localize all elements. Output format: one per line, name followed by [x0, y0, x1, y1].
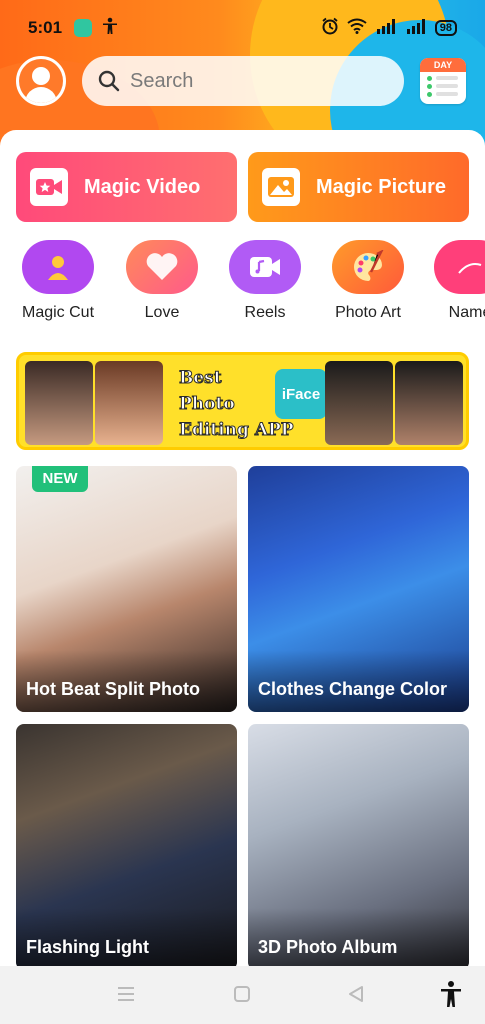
shortcut-label: Magic Cut: [21, 304, 95, 321]
banner-line-3: Editing APP: [179, 420, 295, 441]
profile-avatar-button[interactable]: [16, 56, 66, 106]
banner-photo-after-man: [395, 361, 463, 445]
magic-video-button[interactable]: Magic Video: [16, 152, 237, 222]
heart-icon: [126, 240, 198, 294]
shortcut-label: Love: [144, 304, 180, 321]
main-content: Magic Video Magic Picture Magic Cut Love…: [0, 130, 485, 970]
template-card-flashing-light[interactable]: Flashing Light: [16, 724, 237, 970]
new-badge: NEW: [32, 466, 88, 492]
reels-icon: [229, 240, 301, 294]
card-title: Hot Beat Split Photo: [16, 650, 237, 712]
system-navigation-bar: [0, 966, 485, 1024]
card-title: 3D Photo Album: [248, 908, 469, 970]
image-icon: [262, 168, 300, 206]
home-icon[interactable]: [232, 984, 252, 1009]
top-bar: Search DAY: [0, 52, 485, 112]
shortcut-name[interactable]: Name: [420, 240, 485, 322]
back-icon[interactable]: [346, 984, 366, 1009]
shortcut-label: Photo Art: [335, 304, 401, 321]
magic-picture-button[interactable]: Magic Picture: [248, 152, 469, 222]
person-cut-icon: [22, 240, 94, 294]
status-time: 5:01: [28, 18, 63, 37]
banner-photo-before-woman: [25, 361, 93, 445]
banner-photo-after-woman: [95, 361, 163, 445]
signal-icon-1: [375, 18, 397, 39]
shortcut-love[interactable]: Love: [112, 240, 212, 322]
accessibility-icon[interactable]: [440, 980, 462, 1013]
shortcut-label: Name: [448, 304, 485, 321]
template-card-hot-beat-split-photo[interactable]: NEW Hot Beat Split Photo: [16, 466, 237, 712]
shortcut-photo-art[interactable]: Photo Art: [318, 240, 418, 322]
magic-video-label: Magic Video: [84, 175, 201, 198]
battery-indicator: 98: [434, 20, 457, 36]
template-card-3d-photo-album[interactable]: 3D Photo Album: [248, 724, 469, 970]
shortcut-magic-cut[interactable]: Magic Cut: [8, 240, 108, 322]
accessibility-status-icon: [102, 17, 118, 40]
promo-banner[interactable]: Best Photo Editing APP iFace: [16, 352, 469, 450]
shortcut-reels[interactable]: Reels: [215, 240, 315, 322]
search-icon: [98, 70, 120, 92]
iface-logo: iFace: [275, 369, 327, 419]
signal-icon-2: [405, 18, 427, 39]
user-avatar-icon: [19, 59, 63, 103]
name-icon: [434, 240, 485, 294]
shortcut-row: Magic Cut Love Reels Photo Art Name: [0, 240, 485, 330]
chat-notification-icon: [74, 19, 93, 37]
banner-photo-before-man: [325, 361, 393, 445]
status-bar: 5:01 98: [0, 0, 485, 56]
palette-icon: [332, 240, 404, 294]
menu-icon[interactable]: [116, 984, 136, 1009]
template-card-clothes-change-color[interactable]: Clothes Change Color: [248, 466, 469, 712]
calendar-day-label: DAY: [420, 58, 466, 72]
shortcut-label: Reels: [244, 304, 286, 321]
search-input[interactable]: Search: [82, 56, 404, 106]
alarm-icon: [321, 17, 339, 40]
card-title: Clothes Change Color: [248, 650, 469, 712]
search-placeholder: Search: [130, 69, 194, 92]
magic-picture-label: Magic Picture: [316, 175, 447, 198]
wifi-icon: [347, 18, 367, 39]
card-title: Flashing Light: [16, 908, 237, 970]
daily-calendar-button[interactable]: DAY: [420, 58, 466, 104]
video-star-icon: [30, 168, 68, 206]
